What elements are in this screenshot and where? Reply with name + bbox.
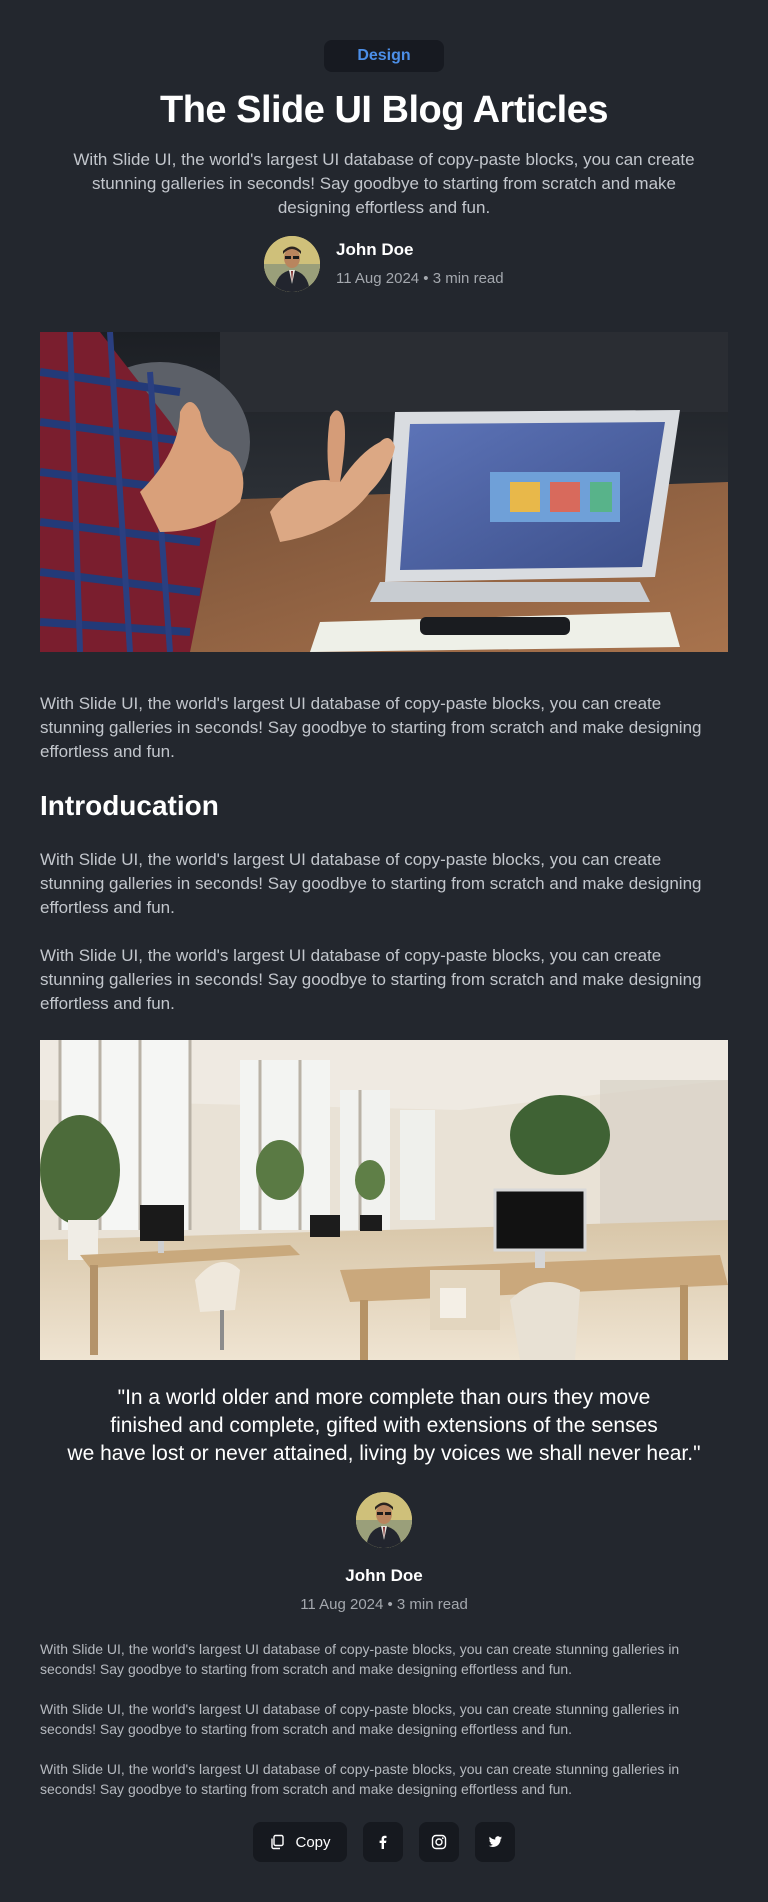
avatar-portrait [356,1492,412,1548]
copy-label: Copy [295,1833,331,1851]
body-paragraph: With Slide UI, the world's largest UI da… [40,946,702,1013]
intro-paragraph: With Slide UI, the world's largest UI da… [40,694,702,761]
footer-paragraph: With Slide UI, the world's largest UI da… [40,1701,680,1737]
avatar-portrait [264,236,320,292]
section-heading: Introducation [40,790,219,821]
blog-article-page: Design The Slide UI Blog Articles With S… [0,0,768,1902]
office-interior-photo [40,1040,728,1360]
share-facebook-button[interactable] [363,1822,403,1862]
quote-line: "In a world older and more complete than… [117,1386,651,1409]
quote-line: finished and complete, gifted with exten… [110,1414,658,1437]
copy-icon [269,1834,285,1850]
pull-quote: "In a world older and more complete than… [40,1384,728,1468]
article-meta: 11 Aug 2024 • 3 min read [300,1596,468,1613]
office-image [40,1040,728,1360]
avatar[interactable] [356,1492,412,1548]
meeting-laptop-photo [40,332,728,652]
footer-paragraph: With Slide UI, the world's largest UI da… [40,1761,680,1797]
author-name[interactable]: John Doe [0,1566,768,1586]
category-badge[interactable]: Design [324,40,444,72]
facebook-icon [375,1834,391,1850]
share-instagram-button[interactable] [419,1822,459,1862]
page-title: The Slide UI Blog Articles [159,89,609,131]
hero-image-meeting [40,332,728,652]
instagram-icon [431,1834,447,1850]
page-lead: With Slide UI, the world's largest UI da… [73,150,695,217]
quote-line: we have lost or never attained, living b… [67,1442,701,1465]
twitter-icon [487,1834,503,1850]
footer-paragraph: With Slide UI, the world's largest UI da… [40,1641,680,1677]
copy-link-button[interactable]: Copy [253,1822,347,1862]
share-twitter-button[interactable] [475,1822,515,1862]
avatar[interactable] [264,236,320,292]
body-paragraph: With Slide UI, the world's largest UI da… [40,850,702,917]
author-name[interactable]: John Doe [336,240,413,260]
article-meta: 11 Aug 2024 • 3 min read [336,270,504,287]
